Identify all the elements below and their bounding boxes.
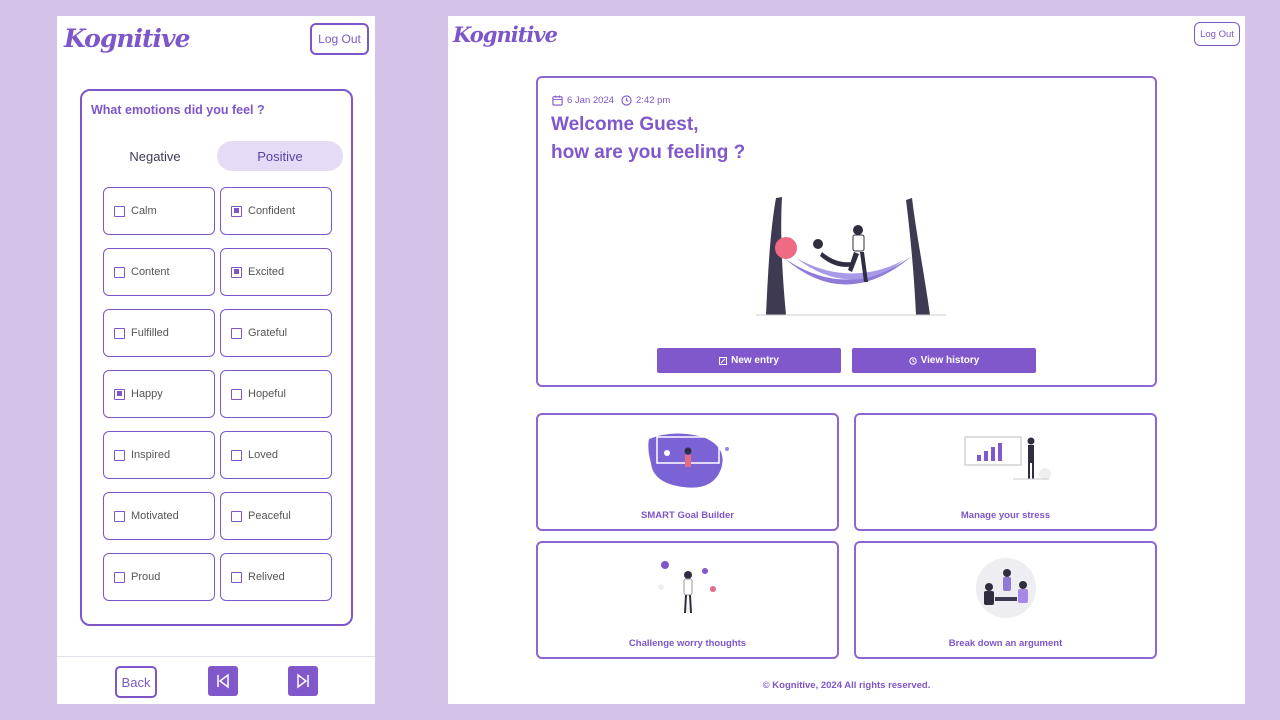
checkbox-icon[interactable] [114,205,125,217]
emotion-option-label: Excited [248,266,285,278]
greeting-line-1: Welcome Guest, [551,114,699,135]
emotion-option-label: Content [131,266,170,278]
emotion-option-inspired[interactable]: Inspired [103,431,215,479]
emotion-option-content[interactable]: Content [103,248,215,296]
card-break-argument[interactable]: Break down an argument [854,541,1157,659]
welcome-card: 6 Jan 2024 2:42 pm Welcome Guest, how ar… [536,76,1157,387]
emotion-option-hopeful[interactable]: Hopeful [220,370,332,418]
previous-button[interactable] [208,666,238,696]
emotion-option-label: Proud [131,571,161,583]
emotion-option-label: Fulfilled [131,327,169,339]
brand-logo-desktop[interactable]: Kognitive [453,22,558,47]
emotion-option-label: Calm [131,205,157,217]
card-break-argument-label: Break down an argument [948,638,1063,649]
hammock-illustration [756,197,946,316]
history-icon [908,356,917,365]
checkbox-icon[interactable] [231,449,242,461]
desktop-panel: Kognitive Log Out 6 Jan 2024 2:42 pm Wel… [448,16,1245,704]
copyright: © Kognitive, 2024 All rights reserved. [762,680,931,691]
tab-negative[interactable]: Negative [92,141,218,171]
checkbox-icon[interactable] [114,449,125,461]
mobile-footer: Back [57,656,375,704]
card-smart-goal[interactable]: SMART Goal Builder [536,413,839,531]
checkbox-icon[interactable] [231,266,242,278]
checkbox-icon[interactable] [231,510,242,522]
checkbox-icon[interactable] [114,571,125,583]
checkbox-icon[interactable] [114,266,125,278]
card-manage-stress-label: Manage your stress [960,510,1051,521]
emotion-option-happy[interactable]: Happy [103,370,215,418]
worry-illustration-icon [657,561,716,614]
emotion-option-confident[interactable]: Confident [220,187,332,235]
card-smart-goal-label: SMART Goal Builder [641,510,734,521]
emotion-option-fulfilled[interactable]: Fulfilled [103,309,215,357]
emotion-option-relived[interactable]: Relived [220,553,332,601]
checkbox-icon[interactable] [114,388,125,400]
chart-presentation-illustration-icon [964,436,1051,480]
edit-icon [719,356,728,365]
next-button[interactable] [288,666,318,696]
entry-time: 2:42 pm [636,95,671,106]
emotion-option-label: Inspired [131,449,171,461]
card-challenge-worry[interactable]: Challenge worry thoughts [536,541,839,659]
card-manage-stress[interactable]: Manage your stress [854,413,1157,531]
emotion-option-motivated[interactable]: Motivated [103,492,215,540]
back-button[interactable]: Back [115,666,157,698]
emotion-option-label: Peaceful [248,510,291,522]
goal-illustration-icon [647,433,729,488]
entry-meta: 6 Jan 2024 2:42 pm [552,95,670,106]
mobile-panel: Kognitive Log Out What emotions did you … [57,16,375,704]
emotion-option-excited[interactable]: Excited [220,248,332,296]
emotions-question: What emotions did you feel ? [91,103,265,117]
view-history-button[interactable]: View history [852,348,1036,373]
logout-button[interactable]: Log Out [310,23,369,55]
emotion-option-peaceful[interactable]: Peaceful [220,492,332,540]
entry-date: 6 Jan 2024 [567,95,615,106]
emotion-option-label: Confident [248,205,296,217]
checkbox-icon[interactable] [231,571,242,583]
checkbox-icon[interactable] [231,205,242,217]
skip-back-icon [217,673,229,689]
emotion-option-label: Happy [131,388,163,400]
emotion-option-label: Grateful [248,327,288,339]
emotion-option-calm[interactable]: Calm [103,187,215,235]
brand-logo[interactable]: Kognitive [64,24,190,53]
greeting-line-2: how are you feeling ? [551,142,746,163]
checkbox-icon[interactable] [114,510,125,522]
emotion-option-label: Relived [248,571,285,583]
logout-button-desktop[interactable]: Log Out [1194,22,1240,46]
emotion-option-label: Hopeful [248,388,286,400]
card-challenge-worry-label: Challenge worry thoughts [628,638,747,649]
clock-icon [621,95,632,106]
calendar-icon [552,95,563,106]
tab-positive[interactable]: Positive [217,141,343,171]
checkbox-icon[interactable] [231,327,242,339]
argument-illustration-icon [975,558,1036,618]
checkbox-icon[interactable] [231,388,242,400]
emotion-option-proud[interactable]: Proud [103,553,215,601]
emotion-option-grateful[interactable]: Grateful [220,309,332,357]
emotion-option-label: Motivated [131,510,179,522]
checkbox-icon[interactable] [114,327,125,339]
view-history-label: View history [920,355,980,366]
skip-forward-icon [297,673,309,689]
emotion-option-loved[interactable]: Loved [220,431,332,479]
emotion-option-label: Loved [248,449,278,461]
new-entry-label: New entry [731,355,779,366]
emotions-card: What emotions did you feel ? Negative Po… [80,89,353,626]
new-entry-button[interactable]: New entry [657,348,841,373]
